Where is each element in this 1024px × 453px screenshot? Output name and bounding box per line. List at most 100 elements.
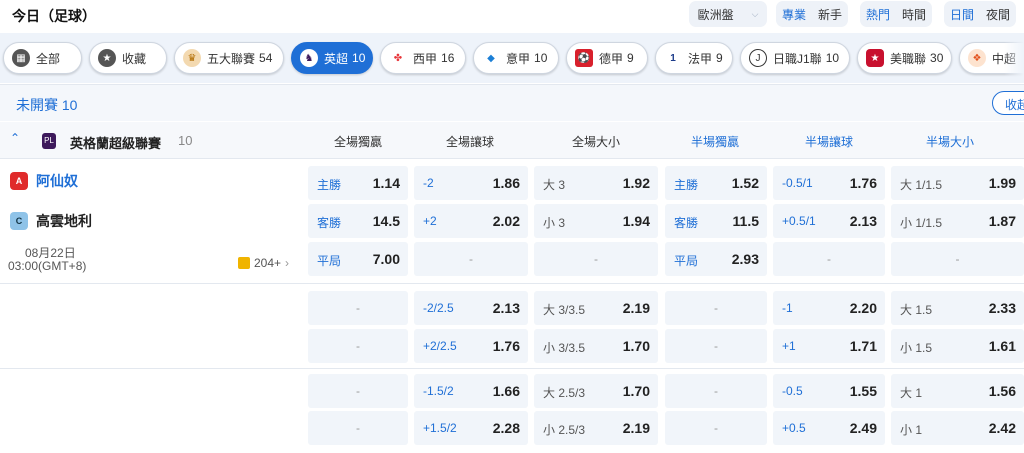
- odds-cell-half-moneyline[interactable]: 客勝 11.5: [665, 204, 767, 238]
- odds-value: 1.61: [988, 338, 1016, 354]
- odds-cell-total[interactable]: 大 3/3.5 2.19: [534, 291, 658, 325]
- empty-dash: -: [594, 252, 598, 266]
- mode-toggle: 專業 新手: [776, 1, 849, 27]
- night-mode-button[interactable]: 夜間: [980, 3, 1016, 26]
- tab-mls[interactable]: ★ 美職聯 30: [857, 42, 952, 74]
- match-time: 03:00(GMT+8): [8, 259, 87, 273]
- odds-cell-moneyline[interactable]: 主勝 1.14: [308, 166, 408, 200]
- odds-format-label: 歐洲盤: [697, 7, 734, 22]
- odds-cell-half-handicap[interactable]: -0.5/1 1.76: [773, 166, 885, 200]
- coventry-crest-icon: C: [10, 212, 28, 230]
- empty-dash: -: [356, 384, 360, 398]
- odds-line-label: -0.5: [782, 384, 803, 398]
- odds-cell-half-total[interactable]: 大 1/1.5 1.99: [891, 166, 1024, 200]
- more-markets-link[interactable]: 204+ ›: [238, 256, 289, 270]
- odds-cell-half-moneyline[interactable]: 主勝 1.52: [665, 166, 767, 200]
- odds-cell-half-handicap[interactable]: -0.5 1.55: [773, 374, 885, 408]
- empty-dash: -: [827, 252, 831, 266]
- mls-icon: ★: [866, 49, 884, 67]
- odds-cell-half-handicap[interactable]: +1 1.71: [773, 329, 885, 363]
- grid-icon: ▦: [12, 49, 30, 67]
- odds-value: 2.42: [988, 420, 1016, 436]
- odds-value: 1.86: [492, 175, 520, 191]
- odds-cell-half-moneyline[interactable]: 平局 2.93: [665, 242, 767, 276]
- odds-cell-half-total[interactable]: 大 1 1.56: [891, 374, 1024, 408]
- tab-favorites[interactable]: ★ 收藏: [89, 42, 167, 74]
- odds-cell-total[interactable]: 小 2.5/3 2.19: [534, 411, 658, 445]
- chevron-right-icon: ›: [285, 256, 290, 270]
- odds-cell-handicap[interactable]: +2 2.02: [414, 204, 528, 238]
- odds-cell-empty: -: [665, 374, 767, 408]
- sort-popular-button[interactable]: 熱門: [860, 3, 896, 26]
- odds-cell-half-handicap[interactable]: -1 2.20: [773, 291, 885, 325]
- odds-cell-empty: -: [665, 411, 767, 445]
- odds-value: 14.5: [372, 213, 400, 229]
- odds-format-dropdown[interactable]: 歐洲盤 ⌵: [689, 1, 767, 27]
- tab-top5-leagues[interactable]: ♛ 五大聯賽 54: [174, 42, 284, 74]
- odds-cell-handicap[interactable]: +2/2.5 1.76: [414, 329, 528, 363]
- odds-line-label: 小 3: [543, 216, 566, 230]
- odds-value: 1.70: [622, 338, 650, 354]
- collapse-button[interactable]: 收起: [992, 91, 1024, 115]
- odds-cell-handicap[interactable]: +1.5/2 2.28: [414, 411, 528, 445]
- odds-cell-total[interactable]: 大 2.5/3 1.70: [534, 374, 658, 408]
- odds-cell-half-total[interactable]: 大 1.5 2.33: [891, 291, 1024, 325]
- odds-cell-half-total[interactable]: 小 1.5 1.61: [891, 329, 1024, 363]
- empty-dash: -: [356, 339, 360, 353]
- tab-all[interactable]: ▦ 全部: [3, 42, 82, 74]
- odds-cell-empty: -: [891, 242, 1024, 276]
- odds-line-label: 大 3: [543, 178, 566, 192]
- odds-line-label: -0.5/1: [782, 176, 813, 190]
- odds-value: 2.19: [622, 300, 650, 316]
- home-team[interactable]: A 阿仙奴: [10, 171, 78, 191]
- odds-cell-empty: -: [414, 242, 528, 276]
- odds-value: 1.71: [849, 338, 877, 354]
- odds-line-label: 小 1: [900, 423, 923, 437]
- odds-cell-handicap[interactable]: -2 1.86: [414, 166, 528, 200]
- odds-line-label: 小 3/3.5: [543, 341, 586, 355]
- odds-cell-half-total[interactable]: 小 1 2.42: [891, 411, 1024, 445]
- premier-league-icon: PL: [42, 133, 56, 149]
- tab-bundesliga[interactable]: ⚽ 德甲 9: [566, 42, 648, 74]
- odds-cell-half-handicap[interactable]: +0.5 2.49: [773, 411, 885, 445]
- odds-line-label: 主勝: [317, 178, 342, 192]
- serie-a-icon: ◆: [482, 49, 500, 67]
- tab-serie-a[interactable]: ◆ 意甲 10: [473, 42, 559, 74]
- odds-cell-total[interactable]: 大 3 1.92: [534, 166, 658, 200]
- star-icon: ★: [98, 49, 116, 67]
- mode-pro-button[interactable]: 專業: [776, 3, 812, 26]
- odds-cell-handicap[interactable]: -2/2.5 2.13: [414, 291, 528, 325]
- tab-laliga[interactable]: ✤ 西甲 16: [380, 42, 466, 74]
- odds-line-label: 大 3/3.5: [543, 303, 586, 317]
- odds-line-label: +0.5: [782, 421, 806, 435]
- away-team[interactable]: C 高雲地利: [10, 211, 92, 231]
- tab-premier-league[interactable]: ♞ 英超 10: [291, 42, 373, 74]
- odds-line-label: -1.5/2: [423, 384, 454, 398]
- odds-value: 1.92: [622, 175, 650, 191]
- day-mode-button[interactable]: 日間: [944, 3, 980, 26]
- tab-ligue1[interactable]: 1 法甲 9: [655, 42, 733, 74]
- odds-cell-moneyline[interactable]: 客勝 14.5: [308, 204, 408, 238]
- odds-value: 11.5: [732, 213, 759, 229]
- league-name: 英格蘭超級聯賽: [70, 136, 162, 151]
- odds-cell-empty: -: [665, 329, 767, 363]
- odds-cell-handicap[interactable]: -1.5/2 1.66: [414, 374, 528, 408]
- odds-line-label: 大 2.5/3: [543, 386, 586, 400]
- odds-cell-half-handicap[interactable]: +0.5/1 2.13: [773, 204, 885, 238]
- mode-beginner-button[interactable]: 新手: [812, 3, 848, 26]
- sort-time-button[interactable]: 時間: [896, 3, 932, 26]
- odds-value: 1.56: [988, 383, 1016, 399]
- tab-j1-league[interactable]: J 日職J1聯 10: [740, 42, 850, 74]
- odds-cell-half-total[interactable]: 小 1/1.5 1.87: [891, 204, 1024, 238]
- empty-dash: -: [955, 252, 960, 266]
- empty-dash: -: [356, 301, 360, 315]
- odds-value: 2.13: [492, 300, 520, 316]
- match-odds-block-main: A 阿仙奴 C 高雲地利 08月22日 03:00(GMT+8) 204+ › 主勝 1…: [0, 160, 1024, 284]
- odds-cell-total[interactable]: 小 3/3.5 1.70: [534, 329, 658, 363]
- odds-cell-total[interactable]: 小 3 1.94: [534, 204, 658, 238]
- odds-value: 1.99: [988, 175, 1016, 191]
- odds-line-label: 客勝: [674, 216, 699, 230]
- odds-value: 1.14: [372, 175, 400, 191]
- chevron-up-icon[interactable]: ⌃: [10, 131, 20, 145]
- odds-cell-moneyline[interactable]: 平局 7.00: [308, 242, 408, 276]
